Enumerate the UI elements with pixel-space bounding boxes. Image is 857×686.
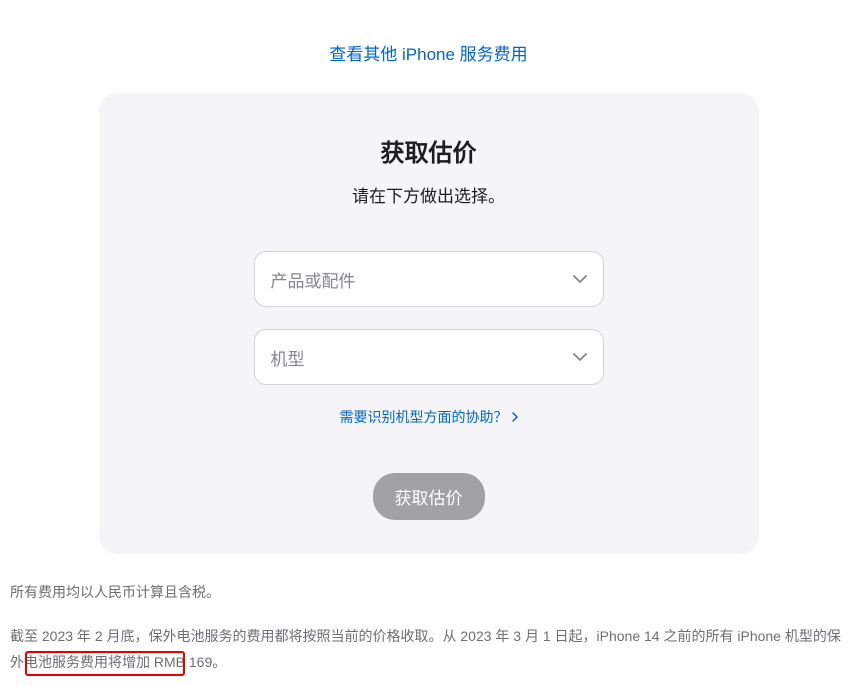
model-select[interactable]: 机型 (254, 329, 604, 385)
card-title: 获取估价 (139, 133, 719, 168)
chevron-down-icon (573, 353, 587, 361)
identify-model-help-link[interactable]: 需要识别机型方面的协助？ (340, 407, 518, 427)
product-select[interactable]: 产品或配件 (254, 251, 604, 307)
view-other-fees-link[interactable]: 查看其他 iPhone 服务费用 (329, 45, 527, 64)
help-link-row: 需要识别机型方面的协助？ (139, 407, 719, 427)
footnote-price-change: 截至 2023 年 2 月底，保外电池服务的费用都将按照当前的价格收取。从 20… (10, 628, 841, 670)
estimate-card: 获取估价 请在下方做出选择。 产品或配件 机型 需要识别机型方面的协助？ 获取估… (99, 93, 759, 554)
help-link-label: 需要识别机型方面的协助？ (340, 407, 508, 427)
chevron-down-icon (573, 275, 587, 283)
model-select-placeholder: 机型 (271, 345, 305, 370)
footnote-price-change-text: 截至 2023 年 2 月底，保外电池服务的费用都将按照当前的价格收取。从 20… (10, 628, 841, 670)
top-link-row: 查看其他 iPhone 服务费用 (0, 0, 857, 93)
product-select-wrapper: 产品或配件 (254, 251, 604, 307)
footnote-tax: 所有费用均以人民币计算且含税。 (10, 580, 847, 606)
submit-row: 获取估价 (139, 473, 719, 520)
footnotes: 所有费用均以人民币计算且含税。 截至 2023 年 2 月底，保外电池服务的费用… (0, 554, 857, 686)
card-subtitle: 请在下方做出选择。 (139, 182, 719, 207)
product-select-placeholder: 产品或配件 (271, 267, 356, 292)
get-estimate-button[interactable]: 获取估价 (373, 473, 485, 520)
model-select-wrapper: 机型 (254, 329, 604, 385)
chevron-right-icon (512, 412, 518, 422)
